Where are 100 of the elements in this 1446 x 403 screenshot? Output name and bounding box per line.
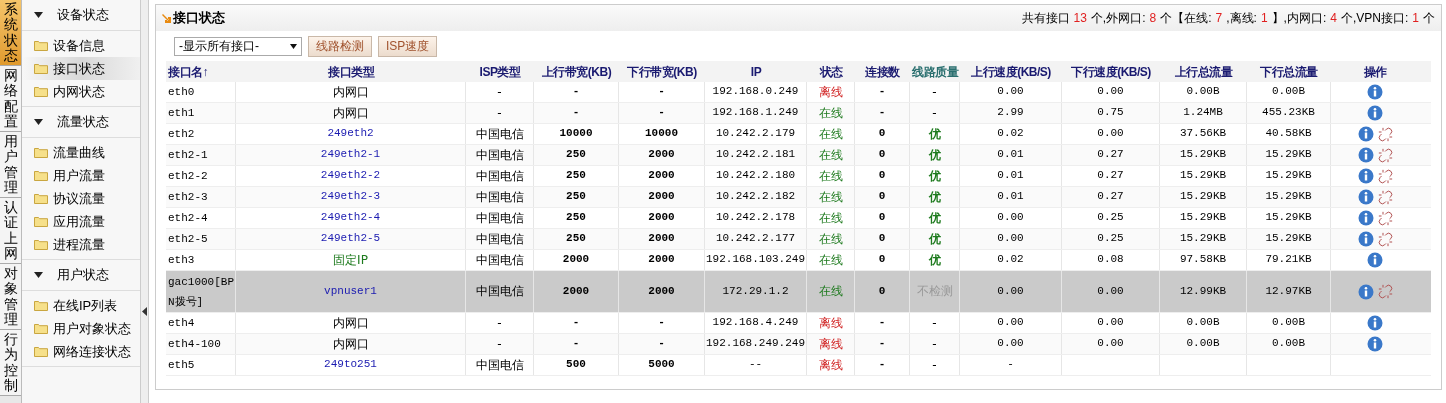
ip-address: --: [748, 358, 763, 372]
nav-tab[interactable]: 用户管理: [0, 132, 21, 198]
interface-filter-select[interactable]: -显示所有接口-: [174, 36, 302, 56]
info-icon[interactable]: [1357, 147, 1374, 163]
interface-type: 249eth2-4: [320, 211, 381, 225]
isp-type: -: [497, 84, 502, 100]
table-row[interactable]: eth2-4 249eth2-4 中国电信 250 2000 10.242.2.178 在线 0 优 0.00 0.25 15.29KB 15.29KB: [166, 208, 1431, 229]
table-row[interactable]: eth2-5 249eth2-5 中国电信 250 2000 10.242.2.177 在线 0 优 0.00 0.25 15.29KB 15.29KB: [166, 229, 1431, 250]
column-header[interactable]: 连接数: [865, 62, 900, 81]
table-row[interactable]: eth5 249to251 中国电信 500 5000 -- 离线 - - -: [166, 355, 1431, 376]
download-total: 15.29KB: [1265, 148, 1312, 162]
column-header[interactable]: ISP类型: [479, 62, 521, 81]
unlink-icon[interactable]: [1377, 126, 1393, 142]
interface-name: eth2-3: [168, 190, 208, 205]
status-text: 离线: [818, 336, 843, 352]
table-row[interactable]: eth2-1 249eth2-1 中国电信 250 2000 10.242.2.181 在线 0 优 0.01 0.27 15.29KB 15.29KB: [166, 145, 1431, 166]
folder-icon: [34, 216, 48, 227]
column-header[interactable]: 下行总流量: [1260, 62, 1318, 81]
column-header[interactable]: 上行带宽(KB): [541, 62, 612, 81]
info-icon[interactable]: [1367, 84, 1383, 100]
unlink-icon[interactable]: [1377, 231, 1393, 247]
line-quality: 优: [928, 168, 941, 184]
sidebar-item[interactable]: 应用流量: [22, 210, 140, 233]
info-icon[interactable]: [1367, 336, 1383, 352]
info-icon[interactable]: [1357, 231, 1374, 247]
table-row[interactable]: eth4 内网口 - - - 192.168.4.249 离线 - - 0.00 0.00 0.00B 0.00B: [166, 313, 1431, 334]
column-header[interactable]: 接口名↑: [168, 62, 208, 81]
info-icon[interactable]: [1357, 210, 1374, 226]
sidebar-item[interactable]: 网络连接状态: [22, 340, 140, 363]
info-icon[interactable]: [1367, 252, 1383, 268]
collapse-triangle-icon[interactable]: [34, 272, 43, 278]
folder-icon: [34, 300, 48, 311]
upload-total: 0.00B: [1186, 316, 1220, 330]
unlink-icon[interactable]: [1377, 284, 1393, 299]
upload-speed: 0.01: [997, 190, 1024, 204]
column-header[interactable]: 上行总流量: [1174, 62, 1233, 81]
info-icon[interactable]: [1357, 283, 1374, 300]
folder-icon: [34, 40, 48, 51]
interface-name: eth3: [168, 253, 195, 268]
unlink-icon[interactable]: [1377, 189, 1393, 205]
info-icon[interactable]: [1357, 126, 1374, 142]
nav-tab[interactable]: 网络配置: [0, 66, 21, 132]
column-header[interactable]: 上行速度(KB/S): [971, 62, 1051, 81]
collapse-sidebar-icon[interactable]: [142, 307, 147, 316]
collapse-triangle-icon[interactable]: [34, 12, 43, 18]
download-speed: 0.00: [1097, 127, 1124, 141]
info-icon[interactable]: [1367, 105, 1383, 121]
sidebar-item[interactable]: 设备信息: [22, 34, 140, 57]
nav-tab[interactable]: 认证上网: [0, 198, 21, 264]
sidebar-item[interactable]: 在线IP列表: [22, 294, 140, 317]
column-header[interactable]: 接口类型: [328, 62, 374, 81]
sidebar-item[interactable]: 用户对象状态: [22, 317, 140, 340]
sidebar-item[interactable]: 流量曲线: [22, 141, 140, 164]
line-quality: 优: [928, 252, 941, 268]
connection-count: 0: [878, 169, 886, 183]
upstream-bandwidth: 500: [566, 358, 586, 372]
table-row[interactable]: eth2-3 249eth2-3 中国电信 250 2000 10.242.2.182 在线 0 优 0.01 0.27 15.29KB 15.29KB: [166, 187, 1431, 208]
sidebar-item[interactable]: 进程流量: [22, 233, 140, 256]
unlink-icon[interactable]: [1377, 147, 1393, 163]
table-row[interactable]: eth4-100 内网口 - - - 192.168.249.249 离线 - - 0.00 0.00 0.00B 0.00B: [166, 334, 1431, 355]
sidebar-item[interactable]: 用户流量: [22, 164, 140, 187]
column-header[interactable]: 操作: [1363, 62, 1387, 81]
status-text: 在线: [818, 147, 843, 163]
info-icon[interactable]: [1357, 189, 1374, 205]
info-icon[interactable]: [1367, 315, 1383, 331]
table-row[interactable]: eth0 内网口 - - - 192.168.0.249 离线 - - 0.00 0.00 0.00B 0.00B: [166, 82, 1431, 103]
nav-tab[interactable]: 对象管理: [0, 264, 21, 330]
line-quality: -: [932, 105, 937, 121]
collapse-triangle-icon[interactable]: [34, 119, 43, 125]
download-speed: 0.27: [1097, 190, 1124, 204]
ip-address: 10.242.2.179: [715, 127, 796, 141]
nav-tab[interactable]: 系统状态: [0, 0, 21, 66]
table-row[interactable]: eth3 固定IP 中国电信 2000 2000 192.168.103.249 在线 0 优 0.02 0.08 97.58KB 79.21KB: [166, 250, 1431, 271]
table-row[interactable]: eth2 249eth2 中国电信 10000 10000 10.242.2.179 在线 0 优 0.02 0.00 37.56KB 40.58KB: [166, 124, 1431, 145]
column-header[interactable]: 下行速度(KB/S): [1071, 62, 1151, 81]
table-row[interactable]: eth2-2 249eth2-2 中国电信 250 2000 10.242.2.180 在线 0 优 0.01 0.27 15.29KB 15.29KB: [166, 166, 1431, 187]
info-icon[interactable]: [1357, 168, 1374, 184]
download-speed: 0.00: [1097, 316, 1124, 330]
isp-type: 中国电信: [475, 168, 524, 184]
column-header[interactable]: 线路质量: [912, 62, 958, 81]
nav-tab[interactable]: 行为控制: [0, 330, 21, 396]
table-row[interactable]: eth1 内网口 - - - 192.168.1.249 在线 - - 2.99 0.75 1.24MB 455.23KB: [166, 103, 1431, 124]
column-header[interactable]: IP: [750, 62, 762, 81]
toolbar-button[interactable]: ISP速度: [378, 35, 438, 57]
folder-icon: [34, 346, 48, 357]
downstream-bandwidth: -: [658, 316, 665, 330]
sidebar-item[interactable]: 内网状态: [22, 80, 140, 103]
upload-total: 37.56KB: [1179, 127, 1227, 141]
column-header[interactable]: 下行带宽(KB): [627, 62, 697, 81]
column-header[interactable]: 状态: [819, 62, 843, 81]
interface-name: eth1: [168, 106, 195, 121]
toolbar-button[interactable]: 线路检测: [308, 35, 372, 57]
interface-type: 249eth2-2: [320, 169, 381, 183]
unlink-icon[interactable]: [1377, 168, 1393, 184]
upstream-bandwidth: 250: [566, 211, 586, 225]
upload-total: 15.29KB: [1179, 232, 1227, 246]
status-text: 在线: [818, 284, 843, 299]
upload-total: 97.58KB: [1179, 253, 1227, 267]
unlink-icon[interactable]: [1377, 210, 1393, 226]
sidebar-item[interactable]: 协议流量: [22, 187, 140, 210]
